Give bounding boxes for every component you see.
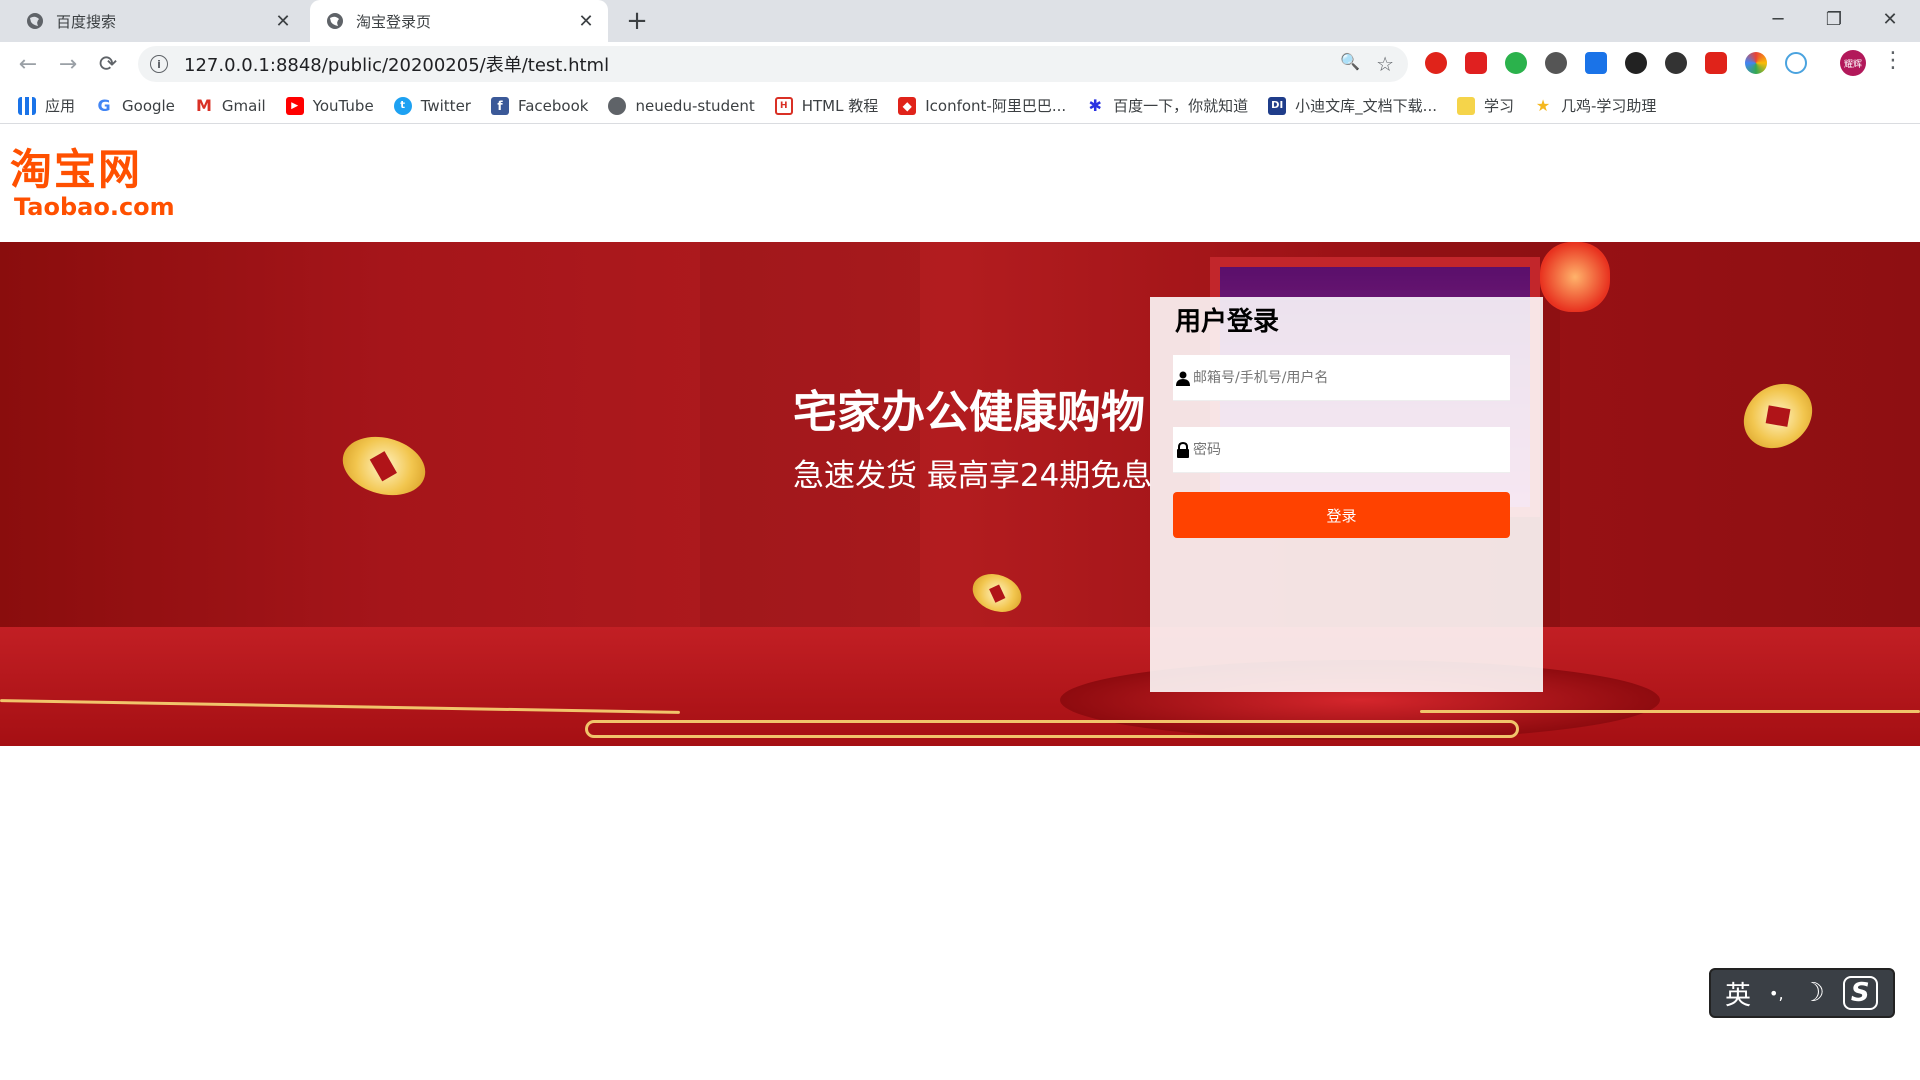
- user-icon: [1175, 370, 1191, 386]
- login-button[interactable]: 登录: [1173, 492, 1510, 538]
- login-panel: 用户登录 登录: [1150, 297, 1543, 692]
- browser-chrome: 百度搜索 ✕ 淘宝登录页 ✕ + ─ ❐ ✕ ← → ⟳ i 127.0.0.1…: [0, 0, 1920, 128]
- profile-avatar[interactable]: 耀辉: [1840, 50, 1866, 76]
- close-tab-icon[interactable]: ✕: [576, 11, 596, 32]
- sogou-logo-icon[interactable]: S: [1842, 976, 1878, 1010]
- banner-headline: 宅家办公健康购物: [793, 387, 1145, 438]
- new-tab-button[interactable]: +: [622, 6, 652, 36]
- globe-icon: [27, 13, 43, 29]
- forward-button[interactable]: →: [54, 50, 82, 78]
- coin-icon: [336, 428, 432, 504]
- logo-cn: 淘宝网: [10, 145, 143, 194]
- taobao-logo[interactable]: 淘宝网 Taobao.com: [10, 136, 175, 221]
- sync-ext-icon[interactable]: [1665, 52, 1687, 74]
- tab-title: 淘宝登录页: [356, 12, 432, 31]
- site-info-icon[interactable]: i: [150, 55, 168, 73]
- apps-grid-icon: [18, 96, 36, 115]
- tab-baidu-search[interactable]: 百度搜索 ✕: [10, 0, 305, 42]
- lantern-icon: [1540, 242, 1610, 312]
- minimize-button[interactable]: ─: [1750, 0, 1806, 38]
- bookmark-twitter[interactable]: t Twitter: [393, 96, 471, 115]
- baidu-icon: ✱: [1088, 96, 1102, 115]
- menu-icon[interactable]: ⋮: [1882, 48, 1904, 73]
- lock-icon: [1175, 441, 1191, 458]
- bookmark-gmail[interactable]: M Gmail: [195, 96, 266, 115]
- youtube-ext-icon[interactable]: [1465, 52, 1487, 74]
- audio-ext-icon[interactable]: [1505, 52, 1527, 74]
- bookmarks-bar: 应用 G Google M Gmail ▶ YouTube t Twitter …: [0, 88, 1920, 124]
- gmail-icon: M: [195, 96, 212, 115]
- facebook-icon: f: [490, 96, 509, 115]
- close-window-button[interactable]: ✕: [1862, 0, 1918, 38]
- bookmark-folder-study[interactable]: 学习: [1456, 95, 1514, 116]
- coin-icon: [967, 567, 1027, 619]
- tab-taobao-login[interactable]: 淘宝登录页 ✕: [310, 0, 608, 42]
- maximize-button[interactable]: ❐: [1806, 0, 1862, 38]
- ime-toolbar[interactable]: 英 •, ☽ S: [1709, 968, 1895, 1018]
- banner-subline: 急速发货 最高享24期免息: [793, 458, 1153, 494]
- bookmark-html-tutorial[interactable]: H HTML 教程: [774, 95, 878, 116]
- twitter-icon: t: [393, 96, 412, 115]
- ime-punct-icon[interactable]: •,: [1769, 984, 1784, 1003]
- google-icon: G: [97, 96, 111, 115]
- username-input[interactable]: [1193, 369, 1493, 386]
- login-title: 用户登录: [1175, 307, 1280, 337]
- bookmark-apps[interactable]: 应用: [18, 95, 75, 116]
- dark-ext-icon[interactable]: [1625, 52, 1647, 74]
- iconfont-icon: ◆: [898, 96, 917, 115]
- youtube-icon: ▶: [285, 96, 304, 115]
- close-tab-icon[interactable]: ✕: [273, 11, 293, 32]
- url-text[interactable]: 127.0.0.1:8848/public/20200205/表单/test.h…: [184, 51, 609, 77]
- bookmark-neuedu[interactable]: neuedu-student: [608, 96, 755, 115]
- password-input[interactable]: [1193, 441, 1493, 458]
- bookmark-star-icon[interactable]: ☆: [1376, 52, 1394, 76]
- translate-ext-icon[interactable]: [1705, 52, 1727, 74]
- html-icon: H: [774, 96, 793, 115]
- ime-mode-label[interactable]: 英: [1725, 975, 1751, 1012]
- address-bar[interactable]: i 127.0.0.1:8848/public/20200205/表单/test…: [138, 46, 1408, 82]
- promo-banner: 宅家办公健康购物 急速发货 最高享24期免息 用户登录 登录: [0, 242, 1920, 746]
- infinity-ext-icon[interactable]: [1785, 52, 1807, 74]
- coin-icon: [1731, 370, 1825, 462]
- zoom-icon[interactable]: 🔍: [1340, 52, 1360, 76]
- globe-icon: [327, 13, 343, 29]
- bookmark-xiaodi[interactable]: DI 小迪文库_文档下载...: [1268, 95, 1437, 116]
- bookmark-jiji[interactable]: ★ 几鸡-学习助理: [1534, 95, 1657, 116]
- bookmark-iconfont[interactable]: ◆ Iconfont-阿里巴巴...: [898, 95, 1066, 116]
- globe-icon: [608, 96, 627, 115]
- bookmark-google[interactable]: G Google: [95, 96, 174, 115]
- tab-strip: 百度搜索 ✕ 淘宝登录页 ✕ + ─ ❐ ✕: [0, 0, 1920, 42]
- bookmark-youtube[interactable]: ▶ YouTube: [285, 96, 374, 115]
- moon-icon[interactable]: ☽: [1802, 978, 1825, 1008]
- page-content: 淘宝网 Taobao.com 宅家办公健康购物 急速发货 最高享24期免息 用户…: [0, 128, 1920, 1080]
- bookmark-baidu[interactable]: ✱ 百度一下，你就知道: [1086, 95, 1248, 116]
- di-icon: DI: [1268, 96, 1287, 115]
- logo-en: Taobao.com: [14, 193, 175, 221]
- bookmark-facebook[interactable]: f Facebook: [490, 96, 588, 115]
- adblock-icon[interactable]: [1425, 52, 1447, 74]
- tab-title: 百度搜索: [56, 12, 117, 31]
- password-field[interactable]: [1173, 427, 1510, 473]
- share-ext-icon[interactable]: [1585, 52, 1607, 74]
- chick-icon: ★: [1535, 96, 1551, 115]
- username-field[interactable]: [1173, 355, 1510, 401]
- folder-icon: [1456, 96, 1475, 115]
- wechat-ext-icon[interactable]: [1545, 52, 1567, 74]
- reload-button[interactable]: ⟳: [94, 50, 122, 78]
- back-button[interactable]: ←: [14, 50, 42, 78]
- color-ext-icon[interactable]: [1745, 52, 1767, 74]
